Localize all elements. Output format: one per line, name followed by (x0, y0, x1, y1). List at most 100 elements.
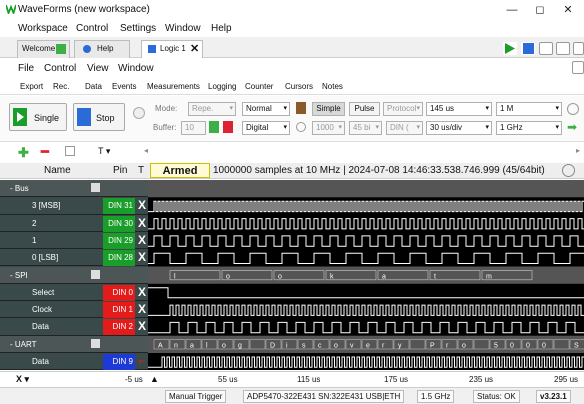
menu-file[interactable]: File (18, 63, 34, 74)
tab-help[interactable]: Help (74, 40, 130, 58)
zoom-icon[interactable] (296, 122, 306, 132)
layout-icon[interactable] (539, 42, 553, 55)
pin-badge[interactable]: DIN 0 (103, 284, 135, 301)
menu-help[interactable]: Help (211, 23, 232, 34)
timebase-select[interactable]: 30 us/div ▾ (426, 121, 492, 135)
tab-logic[interactable]: Logic 1 ✕ (141, 40, 203, 58)
protocol-select[interactable]: Protocol ▾ (383, 102, 423, 116)
din-select[interactable]: DIN (▾ (386, 121, 423, 135)
config-icon[interactable] (133, 107, 145, 119)
pin-badge[interactable]: DIN 29 (103, 232, 135, 249)
channel-row[interactable]: 0 [LSB] DIN 28 X (0, 249, 148, 267)
pin-badge[interactable]: DIN 2 (103, 319, 135, 336)
menu-cursors[interactable]: Cursors (285, 82, 313, 91)
samples-select[interactable]: 1 M ▾ (496, 102, 562, 116)
menu-window2[interactable]: Window (118, 63, 154, 74)
dock-icon[interactable] (572, 61, 584, 74)
trigger-condition-icon[interactable]: X (136, 250, 148, 264)
menu-data[interactable]: Data (85, 82, 102, 91)
clock-select[interactable]: 1.5 GHz (417, 390, 455, 403)
group-config-icon[interactable] (91, 183, 100, 192)
trigger-condition-icon[interactable]: X (136, 233, 148, 247)
scroll-left-icon[interactable]: ◂ (144, 146, 148, 155)
single-button[interactable]: Single (9, 103, 67, 131)
remove-channel-icon[interactable]: ━ (41, 144, 49, 160)
trigger-icon[interactable] (296, 102, 306, 114)
rate-select[interactable]: 1 GHz ▾ (496, 121, 562, 135)
menu-control2[interactable]: Control (44, 63, 76, 74)
add-channel-icon[interactable]: ✚ (18, 145, 29, 161)
menu-control[interactable]: Control (76, 23, 108, 34)
level-select[interactable]: 1000 ▾ (312, 121, 345, 135)
clear-buffer-icon[interactable] (223, 121, 233, 133)
scroll-right-icon[interactable]: ▸ (576, 146, 580, 155)
trigger-condition-icon[interactable]: X (136, 216, 148, 230)
menu-settings[interactable]: Settings (120, 23, 156, 34)
pin-badge[interactable]: DIN 1 (103, 302, 135, 319)
run-icon[interactable] (503, 42, 517, 55)
text-tool-icon[interactable]: T ▾ (98, 146, 110, 157)
channel-row[interactable]: 2 DIN 30 X (0, 214, 148, 232)
group-row[interactable]: - Bus (0, 180, 148, 198)
trigger-mode-select[interactable]: Normal ▾ (242, 102, 290, 116)
zoom-fit-icon[interactable] (567, 103, 579, 115)
channel-row[interactable]: 3 [MSB] DIN 31 X (0, 197, 148, 215)
channel-row[interactable]: Clock DIN 1X (0, 301, 148, 319)
menu-export[interactable]: Export (20, 82, 43, 91)
simple-button[interactable]: Simple (312, 102, 345, 116)
trigger-marker-icon[interactable]: ▲ (150, 374, 159, 384)
trigger-condition-icon[interactable]: X (136, 302, 148, 316)
channel-row[interactable]: Select DIN 0X (0, 283, 148, 302)
minimize-button[interactable]: — (499, 2, 525, 18)
x-axis-menu[interactable]: X ▾ (16, 374, 29, 385)
buffer-input[interactable]: 10 (181, 121, 206, 135)
maximize-button[interactable]: ◻ (527, 2, 553, 18)
edit-channel-icon[interactable] (65, 146, 75, 156)
trigger-condition-icon[interactable]: X (136, 198, 148, 212)
pin-badge[interactable]: DIN 31 (103, 198, 135, 215)
stop-button[interactable]: Stop (73, 103, 125, 131)
position-select[interactable]: 145 us ▾ (426, 102, 492, 116)
menu-workspace[interactable]: Workspace (18, 23, 68, 34)
device-info[interactable]: ADP5470-322E431 SN:322E431 USB|ETH (243, 390, 405, 403)
pin-badge[interactable]: DIN 9 (103, 354, 135, 370)
tab-welcome[interactable]: Welcome (17, 40, 70, 58)
channel-row[interactable]: 1 DIN 29 X (0, 231, 148, 250)
uart-byte-label: c (318, 343, 322, 350)
trigger-condition-icon[interactable]: X (136, 285, 148, 299)
waveform-plot[interactable]: l o o k a t mA n a l o g Discovery Pro 5000 S (148, 180, 584, 370)
close-tab-icon[interactable]: ✕ (190, 41, 199, 57)
arrow-right-icon[interactable]: ➡ (567, 120, 577, 134)
channel-row[interactable]: Data DIN 9 ⌐ (0, 353, 148, 371)
settings-icon[interactable] (562, 164, 575, 177)
trigger-source-select[interactable]: Digital ▾ (242, 121, 290, 135)
group-row[interactable]: - SPI (0, 266, 148, 284)
menu-notes[interactable]: Notes (322, 82, 343, 91)
pin-badge[interactable]: DIN 28 (103, 250, 135, 267)
layout2-icon[interactable] (556, 42, 570, 55)
menu-measurements[interactable]: Measurements (147, 82, 200, 91)
more-icon[interactable] (573, 42, 584, 55)
stop-icon[interactable] (521, 42, 535, 55)
manual-trigger-button[interactable]: Manual Trigger (165, 390, 227, 403)
menu-counter[interactable]: Counter (245, 82, 273, 91)
menu-view[interactable]: View (87, 63, 109, 74)
close-button[interactable]: ✕ (555, 2, 581, 18)
trigger-condition-icon[interactable]: ⌐ (136, 354, 148, 368)
trigger-condition-icon[interactable]: X (136, 319, 148, 333)
group-config-icon[interactable] (91, 338, 100, 348)
tab-help-label: Help (97, 44, 114, 53)
menu-rec[interactable]: Rec. (53, 82, 69, 91)
group-config-icon[interactable] (91, 269, 100, 279)
menu-logging[interactable]: Logging (208, 82, 236, 91)
pulse-button[interactable]: Pulse (349, 102, 380, 116)
menu-window[interactable]: Window (165, 23, 201, 34)
add-buffer-icon[interactable] (209, 121, 219, 133)
bits-select[interactable]: 45 bi ▾ (349, 121, 382, 135)
mode-select[interactable]: Repe. ▾ (188, 102, 236, 116)
menu-events[interactable]: Events (112, 82, 136, 91)
add-icon[interactable] (56, 44, 66, 54)
channel-row[interactable]: Data DIN 2X (0, 318, 148, 336)
pin-badge[interactable]: DIN 30 (103, 215, 135, 232)
group-row[interactable]: - UART (0, 335, 148, 353)
